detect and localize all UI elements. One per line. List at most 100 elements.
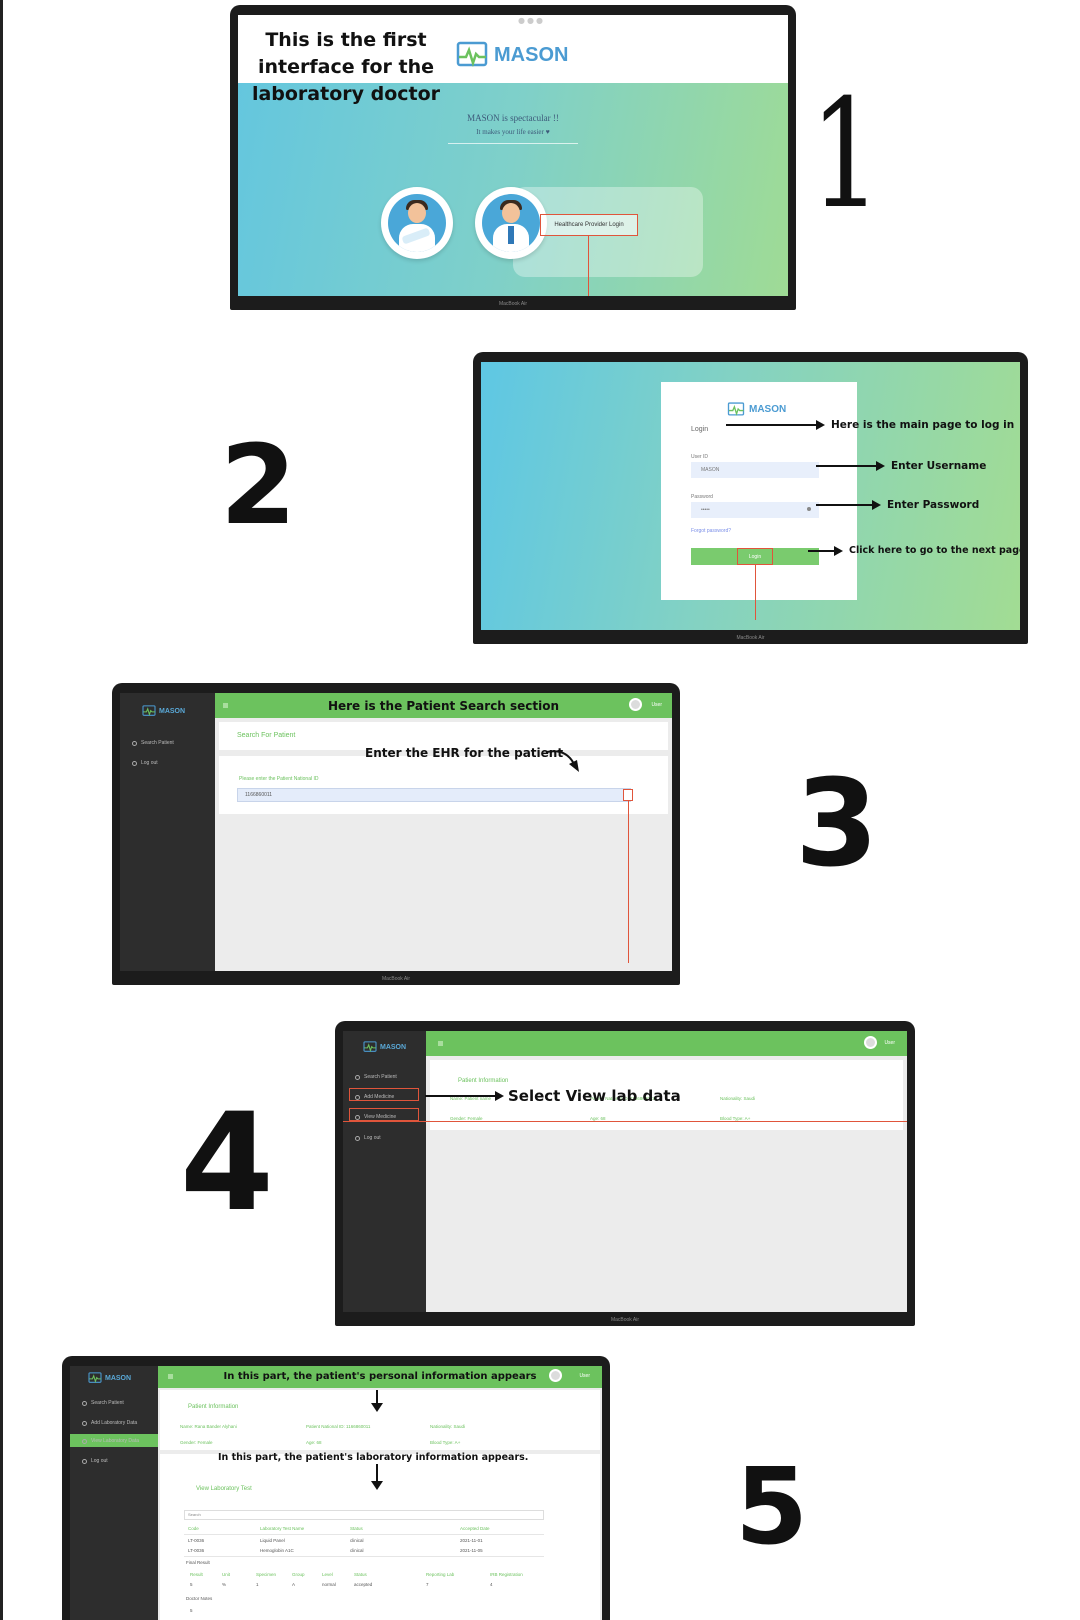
lab-data-screen: MASON Search Patient Add Laboratory Data… (70, 1366, 602, 1620)
highlight-line (628, 801, 629, 963)
field-nationality: Nationality: Saudi (720, 1096, 756, 1101)
landing-screen: ●●● This is the first interface for the … (238, 15, 788, 296)
laptop-label: MacBook Air (381, 976, 411, 982)
laptop-step-1: ●●● This is the first interface for the … (230, 5, 796, 310)
table-header-status: Status (350, 1526, 363, 1531)
doctor-notes-label: Doctor Notes (186, 1596, 213, 1601)
laptop-label: MacBook Air (498, 301, 528, 307)
patient-avatar-icon[interactable] (381, 187, 453, 259)
sidebar: MASON Search Patient Log out (120, 693, 215, 971)
user-avatar[interactable] (629, 698, 642, 711)
password-input[interactable] (691, 502, 819, 518)
sidebar-item-log-out[interactable]: Log out (355, 1135, 381, 1141)
user-avatar[interactable] (549, 1369, 562, 1382)
mason-logo: MASON (456, 41, 568, 69)
plus-icon (82, 1420, 87, 1426)
user-id-label: User ID (691, 454, 708, 460)
sub-header-level: Level (322, 1572, 333, 1577)
user-avatar[interactable] (864, 1036, 877, 1049)
menu-icon[interactable] (438, 1041, 443, 1046)
sidebar-item-add-lab-data[interactable]: Add Laboratory Data (82, 1420, 137, 1426)
row-divider (184, 1534, 544, 1535)
step-number-4: 4 (180, 1084, 274, 1241)
sidebar-item-log-out[interactable]: Log out (132, 760, 158, 766)
final-result-label: Final Result (186, 1560, 210, 1565)
search-button-icon[interactable] (623, 789, 633, 801)
sub-header-status: Status (354, 1572, 367, 1577)
healthcare-provider-login-button[interactable]: Healthcare Provider Login (540, 214, 638, 236)
mason-logo-icon (727, 402, 745, 416)
main-content: Search For Patient Please enter the Pati… (215, 718, 672, 971)
show-password-icon[interactable] (807, 507, 811, 511)
annotation-next-page: Click here to go to the next page (808, 545, 1020, 556)
sidebar-item-search-patient[interactable]: Search Patient (132, 740, 174, 746)
mason-logo-icon (363, 1041, 377, 1053)
lab-search-input[interactable] (184, 1510, 544, 1520)
mason-logo: MASON (88, 1372, 131, 1384)
sub-cell: 7 (426, 1582, 429, 1587)
search-form-panel: Please enter the Patient National ID 116… (219, 756, 668, 963)
sidebar-item-view-lab-data[interactable]: View Laboratory Data (82, 1438, 139, 1444)
step-1-caption: This is the first interface for the labo… (251, 29, 441, 105)
laptop-step-5: MASON Search Patient Add Laboratory Data… (62, 1356, 610, 1620)
national-id-input[interactable] (237, 788, 631, 802)
logout-icon (132, 760, 137, 766)
sidebar-item-log-out[interactable]: Log out (82, 1458, 108, 1464)
sub-tagline: It makes your life easier ♥ (476, 128, 550, 136)
login-title: Login (691, 426, 709, 433)
user-name[interactable]: User (884, 1040, 895, 1046)
arrow-right-icon (495, 1091, 504, 1101)
table-cell: 2021-11-05 (460, 1548, 483, 1553)
doctor-avatar-icon[interactable] (475, 187, 547, 259)
annotation-username: Enter Username (816, 460, 986, 472)
login-button-label[interactable]: Login (737, 548, 773, 565)
sub-header-irb: IRB Registration (490, 1572, 523, 1577)
table-header-test-name: Laboratory Test Name (260, 1526, 305, 1531)
laptop-chin: MacBook Air (473, 630, 1028, 644)
user-name[interactable]: User (579, 1373, 590, 1379)
sidebar-item-search-patient[interactable]: Search Patient (355, 1074, 397, 1080)
sub-header-result: Result (190, 1572, 203, 1577)
field-name: Name: Rana Bander Alyhani (180, 1424, 237, 1429)
main-content: Patient Information Name: Rana Bander Al… (158, 1388, 602, 1620)
sidebar-item-search-patient[interactable]: Search Patient (82, 1400, 124, 1406)
password-value: ••••• (701, 507, 710, 513)
sub-cell: % (222, 1582, 227, 1587)
table-cell: clinical (350, 1548, 364, 1553)
highlight-line (343, 1121, 907, 1122)
sub-cell: 4 (490, 1582, 493, 1587)
national-id-value: 1166860011 (245, 792, 273, 798)
left-border (0, 0, 3, 1620)
arrow-right-icon (834, 545, 843, 556)
tagline: MASON is spectacular !! (467, 113, 559, 123)
login-form-card: MASON Login User ID MASON Password •••••… (661, 382, 857, 620)
password-label: Password (691, 494, 713, 500)
divider (448, 143, 578, 144)
forgot-password-link[interactable]: Forgot password? (691, 528, 731, 534)
search-icon (355, 1074, 360, 1080)
table-cell: LT-0036 (188, 1538, 205, 1543)
laboratory-panel: View Laboratory Test Search Code Laborat… (160, 1454, 600, 1620)
step-number-5: 5 (735, 1446, 809, 1568)
logout-icon (82, 1458, 87, 1464)
sub-cell: 5 (190, 1582, 193, 1587)
camera-dots: ●●● (518, 16, 545, 25)
laptop-label: MacBook Air (610, 1317, 640, 1323)
field-blood-type: Blood Type: A+ (430, 1440, 461, 1445)
field-national-id: Patient National ID: 1166860011 (306, 1424, 371, 1429)
laptop-step-3: MASON Search Patient Log out Here is the… (112, 683, 680, 985)
annotation-password: Enter Password (816, 499, 979, 511)
step-number-3: 3 (795, 755, 879, 894)
mason-logo-icon (142, 705, 156, 717)
national-id-label: Please enter the Patient National ID (239, 776, 319, 782)
highlight-box (349, 1108, 419, 1121)
arrow-down-icon (371, 1390, 383, 1412)
user-name[interactable]: User (651, 702, 662, 708)
doctor-notes-value: 5 (190, 1608, 193, 1613)
laptop-chin: MacBook Air (335, 1312, 915, 1326)
sub-header-specimen: Specimen (256, 1572, 277, 1577)
field-nationality: Nationality: Saudi (430, 1424, 466, 1429)
patient-info-screen: MASON Search Patient Add Medicine View M… (343, 1031, 907, 1312)
row-divider (184, 1556, 544, 1557)
header-bar: Here is the Patient Search section User (215, 693, 672, 718)
